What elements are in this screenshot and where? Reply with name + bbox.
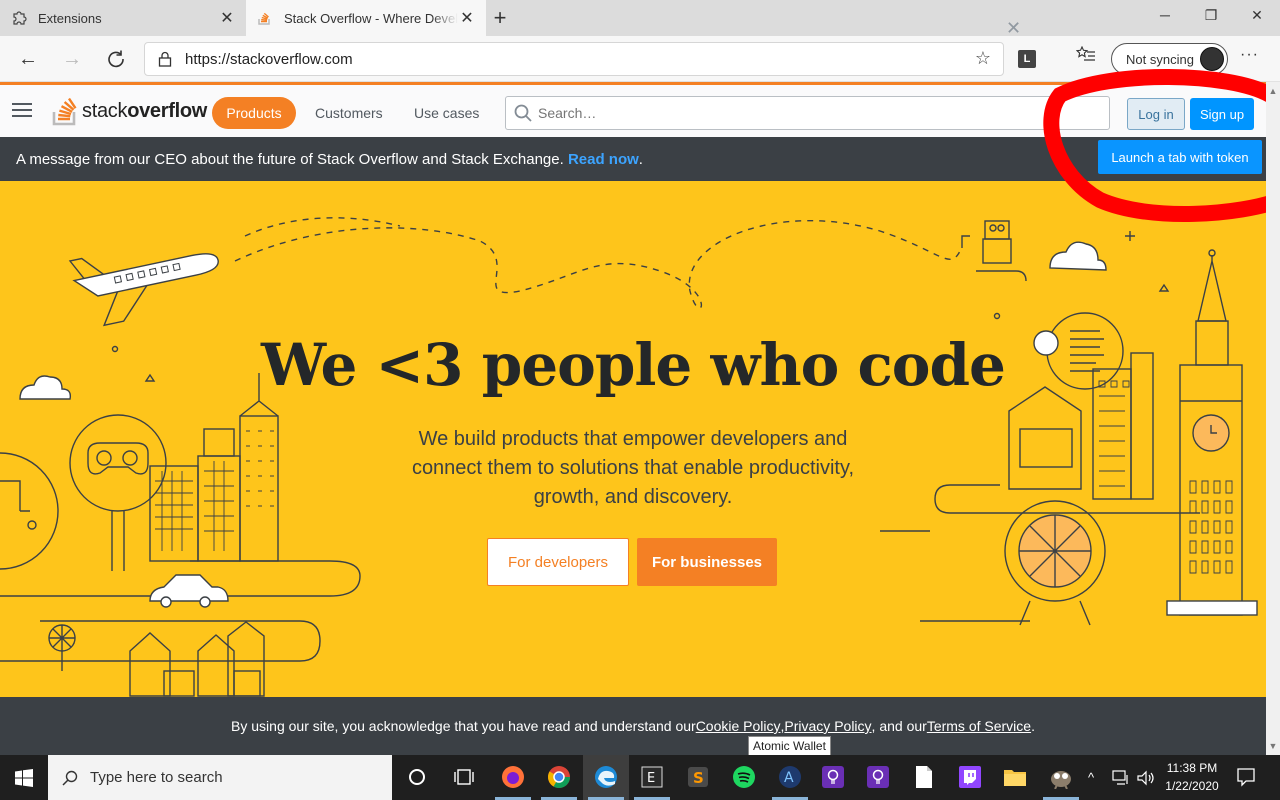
sync-label: Not syncing	[1126, 51, 1194, 67]
atomic-wallet-icon[interactable]: A	[775, 762, 805, 792]
signup-button[interactable]: Sign up	[1190, 98, 1254, 130]
page-scrollbar[interactable]: ▲ ▼	[1266, 82, 1280, 755]
extension-puzzle-icon	[10, 9, 28, 27]
scroll-up-icon[interactable]: ▲	[1266, 84, 1280, 98]
restore-button[interactable]: ❐	[1188, 0, 1234, 30]
tab-title: Extensions	[38, 10, 102, 26]
extension-l-icon[interactable]: L	[1018, 50, 1036, 68]
bulb-icon[interactable]	[818, 762, 848, 792]
cookie-suffix: .	[1031, 718, 1035, 734]
spotify-icon[interactable]	[729, 762, 759, 792]
search-icon	[62, 770, 78, 786]
announcement-suffix: .	[638, 150, 643, 168]
lock-icon	[145, 51, 185, 67]
taskbar-search-box[interactable]: Type here to search	[48, 755, 392, 800]
minimize-button[interactable]: ─	[1142, 0, 1188, 30]
taskbar-clock[interactable]: 11:38 PM 1/22/2020	[1160, 759, 1224, 795]
clock-time: 11:38 PM	[1166, 761, 1218, 775]
back-arrow-icon[interactable]: ←	[13, 44, 43, 74]
stackoverflow-logo-icon	[52, 97, 77, 126]
scroll-down-icon[interactable]: ▼	[1266, 739, 1280, 753]
address-bar-row: ← → https://stackoverflow.com ☆ L Not sy…	[0, 36, 1280, 82]
more-menu-icon[interactable]: ···	[1240, 46, 1259, 64]
for-businesses-button[interactable]: For businesses	[637, 538, 777, 586]
folder-icon[interactable]	[1000, 762, 1030, 792]
hamburger-menu-icon[interactable]	[12, 103, 32, 121]
stackoverflow-favicon	[256, 9, 274, 27]
announcement-bar: A message from our CEO about the future …	[0, 137, 1266, 181]
clock-date: 1/22/2020	[1165, 779, 1219, 793]
new-tab-button[interactable]: +	[486, 0, 514, 36]
use-cases-link[interactable]: Use cases	[414, 105, 479, 121]
profile-sync-button[interactable]: Not syncing	[1111, 43, 1228, 75]
products-button[interactable]: Products	[212, 97, 296, 129]
logo-text: stackoverflow	[82, 100, 208, 122]
network-icon[interactable]	[1112, 755, 1130, 800]
windows-start-icon[interactable]	[0, 755, 48, 800]
cookie-banner: By using our site, you acknowledge that …	[0, 697, 1266, 755]
sublime-icon[interactable]: S	[683, 762, 713, 792]
windows-taskbar: Type here to search E S A ^ 11:38 PM 1/2…	[0, 755, 1280, 800]
customers-link[interactable]: Customers	[315, 105, 383, 121]
forward-arrow-icon[interactable]: →	[57, 44, 87, 74]
for-developers-button[interactable]: For developers	[487, 538, 629, 586]
url-field[interactable]: https://stackoverflow.com ☆	[144, 42, 1004, 76]
taskbar-search-placeholder: Type here to search	[90, 769, 223, 786]
chrome-icon[interactable]	[544, 762, 574, 792]
tray-chevron-icon[interactable]: ^	[1088, 755, 1094, 800]
browser-tabstrip: Extensions ✕ Stack Overflow - Where Deve…	[0, 0, 1280, 36]
task-view-icon[interactable]	[449, 762, 479, 792]
volume-icon[interactable]	[1136, 755, 1156, 800]
search-icon	[514, 104, 532, 122]
url-text: https://stackoverflow.com	[185, 50, 353, 68]
stackoverflow-logo[interactable]: stackoverflow	[52, 94, 207, 126]
svg-text:S: S	[693, 769, 704, 787]
login-button[interactable]: Log in	[1127, 98, 1185, 130]
notification-icon[interactable]	[1236, 767, 1256, 792]
favorites-icon[interactable]	[1075, 45, 1096, 69]
cookie-close-icon[interactable]: ✕	[1006, 18, 1021, 39]
favorite-star-icon[interactable]: ☆	[975, 48, 991, 69]
hero-section: We <3 people who code We build products …	[0, 181, 1266, 697]
cookie-sep: , and our	[871, 718, 927, 734]
svg-text:A: A	[784, 770, 794, 786]
tab-stackoverflow[interactable]: Stack Overflow - Where Developers Learn …	[246, 0, 486, 36]
so-topbar: stackoverflow Products Customers Use cas…	[0, 82, 1266, 137]
search-input[interactable]	[538, 105, 1058, 121]
edge-icon[interactable]	[591, 762, 621, 792]
file-icon[interactable]	[909, 762, 939, 792]
taskbar-tooltip: Atomic Wallet	[748, 736, 831, 756]
announcement-text: A message from our CEO about the future …	[16, 150, 564, 168]
cookie-text: By using our site, you acknowledge that …	[231, 718, 696, 734]
gimp-icon[interactable]	[1046, 762, 1076, 792]
twitch-icon[interactable]	[955, 762, 985, 792]
privacy-policy-link[interactable]: Privacy Policy	[784, 718, 871, 734]
bulb-icon[interactable]	[863, 762, 893, 792]
firefox-icon[interactable]	[498, 762, 528, 792]
tab-title: Stack Overflow - Where Developers Learn	[284, 10, 458, 26]
tab-close-icon[interactable]: ✕	[458, 8, 476, 28]
cookie-policy-link[interactable]: Cookie Policy	[696, 718, 781, 734]
svg-text:E: E	[647, 771, 655, 786]
terms-link[interactable]: Terms of Service	[927, 718, 1031, 734]
refresh-icon[interactable]	[101, 44, 131, 74]
tab-close-icon[interactable]: ✕	[218, 8, 236, 28]
hero-subtitle: We build products that empower developer…	[411, 428, 855, 508]
tab-extensions[interactable]: Extensions ✕	[0, 0, 246, 36]
launch-tab-button[interactable]: Launch a tab with token	[1098, 140, 1262, 174]
app-icon[interactable]: E	[637, 762, 667, 792]
cortana-icon[interactable]	[402, 762, 432, 792]
read-now-link[interactable]: Read now	[568, 151, 639, 168]
so-search-box[interactable]	[505, 96, 1110, 130]
hero-title: We <3 people who code	[261, 331, 1006, 399]
close-window-button[interactable]: ✕	[1234, 0, 1280, 30]
avatar	[1200, 47, 1224, 71]
